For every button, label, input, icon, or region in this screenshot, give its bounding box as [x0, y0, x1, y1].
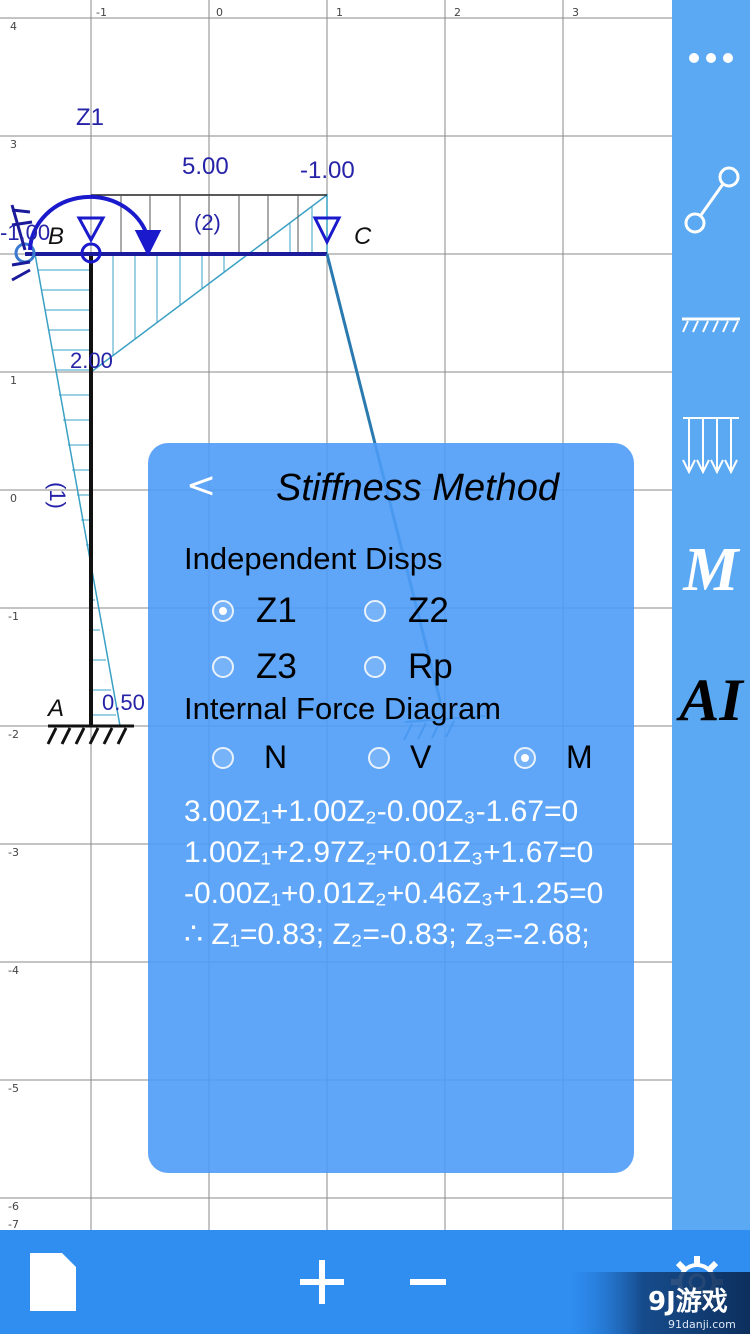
y-tick: -1 — [8, 610, 19, 623]
watermark-logo: 9J游戏 91danji.com — [570, 1272, 750, 1334]
radio-v-indicator[interactable] — [368, 746, 390, 769]
fixed-support-icon — [682, 317, 740, 333]
more-dots-icon — [689, 53, 733, 63]
radio-z2[interactable]: Z2 — [364, 591, 449, 631]
equation-line: -0.00Z₁+0.01Z₂+0.46Z₃+1.25=0 — [184, 877, 604, 910]
moment-b-left-label: -1.00 — [0, 220, 50, 245]
independent-disps-title: Independent Disps — [184, 541, 443, 576]
radio-rp[interactable]: Rp — [364, 647, 453, 687]
solution-line: ∴ Z₁=0.83; Z₂=-0.83; Z₃=-2.68; — [184, 918, 590, 951]
joint-c-label: C — [354, 223, 372, 250]
x-tick: 2 — [454, 6, 461, 19]
stiffness-method-panel: < Stiffness Method Independent Disps Z1 … — [148, 443, 634, 1173]
ai-label: AI — [679, 666, 743, 733]
radio-z1-label: Z1 — [256, 591, 297, 630]
x-tick: 3 — [572, 6, 579, 19]
radio-n[interactable]: N — [212, 739, 287, 776]
radio-n-indicator[interactable] — [212, 746, 234, 769]
internal-force-title: Internal Force Diagram — [184, 691, 502, 726]
member-link-icon — [684, 166, 740, 234]
remove-button[interactable] — [396, 1230, 460, 1334]
new-file-button[interactable] — [18, 1230, 88, 1334]
minus-icon — [410, 1279, 446, 1285]
load-tool-button[interactable] — [672, 410, 750, 480]
x-tick: -1 — [96, 6, 107, 19]
radio-v-label: V — [410, 739, 432, 775]
radio-m[interactable]: M — [514, 739, 593, 776]
joint-b-label: B — [48, 223, 64, 250]
radio-z1[interactable]: Z1 — [212, 591, 297, 631]
x-tick: 1 — [336, 6, 343, 19]
watermark-text: 9J游戏 — [648, 1287, 728, 1317]
moment-b-column-label: 2.00 — [70, 348, 113, 373]
moment-tool-label: M — [683, 535, 739, 604]
moment-a-label: 0.50 — [102, 690, 145, 715]
load-value-label: 5.00 — [182, 153, 229, 180]
member-tool-button[interactable] — [672, 160, 750, 240]
watermark: 9J游戏 91danji.com — [570, 1272, 750, 1334]
radio-n-label: N — [264, 739, 288, 775]
y-tick: 4 — [10, 20, 17, 33]
radio-m-label: M — [566, 739, 593, 775]
radio-rp-indicator[interactable] — [364, 656, 386, 678]
joint-a-label: A — [46, 695, 64, 722]
distributed-load-icon — [682, 417, 739, 475]
member-1-label: (1) — [45, 482, 70, 509]
radio-z3[interactable]: Z3 — [212, 647, 297, 687]
equation-line: 1.00Z₁+2.97Z₂+0.01Z₃+1.67=0 — [184, 836, 594, 869]
y-tick: -6 — [8, 1200, 19, 1213]
panel-title: Stiffness Method — [276, 467, 560, 509]
member-2-label: (2) — [194, 210, 221, 235]
radio-v[interactable]: V — [368, 739, 431, 776]
equations-block: 3.00Z₁+1.00Z₂-0.00Z₃-1.67=0 1.00Z₁+2.97Z… — [184, 791, 614, 955]
radio-m-indicator[interactable] — [514, 746, 536, 769]
y-tick: 1 — [10, 374, 17, 387]
y-tick: -5 — [8, 1082, 19, 1095]
y-tick: 0 — [10, 492, 17, 505]
y-tick: -7 — [8, 1218, 19, 1230]
y-tick: 3 — [10, 138, 17, 151]
radio-z1-indicator[interactable] — [212, 600, 234, 622]
watermark-site: 91danji.com — [668, 1318, 736, 1331]
plus-icon — [300, 1260, 344, 1304]
right-toolbar: M AI — [672, 0, 750, 1230]
equation-line: 3.00Z₁+1.00Z₂-0.00Z₃-1.67=0 — [184, 795, 579, 828]
y-tick: -2 — [8, 728, 19, 741]
moment-tool-button[interactable]: M — [672, 530, 750, 610]
radio-z2-indicator[interactable] — [364, 600, 386, 622]
moment-c-label: -1.00 — [300, 157, 355, 184]
ai-button[interactable]: AI — [672, 660, 750, 740]
document-icon — [30, 1253, 76, 1311]
radio-z3-label: Z3 — [256, 647, 297, 686]
more-button[interactable] — [672, 30, 750, 86]
z1-label: Z1 — [76, 104, 104, 131]
x-tick: 0 — [216, 6, 223, 19]
back-button[interactable]: < — [186, 465, 216, 506]
y-tick: -3 — [8, 846, 19, 859]
radio-rp-label: Rp — [408, 647, 453, 686]
radio-z3-indicator[interactable] — [212, 656, 234, 678]
add-button[interactable] — [290, 1230, 354, 1334]
radio-z2-label: Z2 — [408, 591, 449, 630]
support-tool-button[interactable] — [672, 305, 750, 345]
y-tick: -4 — [8, 964, 19, 977]
